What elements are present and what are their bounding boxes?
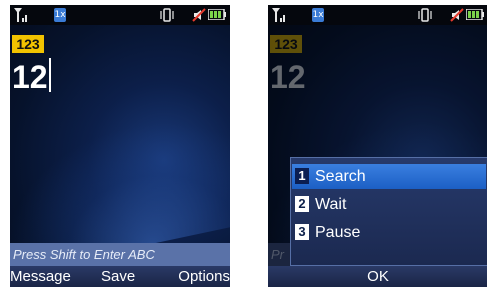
status-bar: 1x [268,5,487,25]
options-popup-menu: 1 Search 2 Wait 3 Pause [290,157,487,266]
menu-item-label: Pause [315,224,361,241]
softkey-message[interactable]: Message [10,268,71,285]
network-1x-icon: 1x [312,8,324,22]
battery-icon [208,9,226,20]
input-hint-bar: Press Shift to Enter ABC [10,243,230,266]
mute-icon [192,8,206,22]
softkey-bar: Message Save Options [10,266,230,287]
input-mode-badge: 123 [12,35,44,53]
menu-item-label: Wait [315,196,347,213]
network-1x-icon: 1x [54,8,66,22]
menu-number-badge: 1 [295,168,309,184]
mute-icon [450,8,464,22]
menu-item-wait[interactable]: 2 Wait [292,192,486,217]
menu-item-label: Search [315,168,366,185]
phone-screen-left: 1x 123 12 Press Shift to Enter ABC Messa… [10,5,230,287]
menu-item-search[interactable]: 1 Search [292,164,486,189]
signal-strength-icon [14,8,27,22]
softkey-bar: OK [268,266,487,287]
dialed-number: 12 [12,57,51,97]
vibrate-icon [160,8,174,22]
menu-number-badge: 2 [295,196,309,212]
softkey-save[interactable]: Save [101,268,135,285]
vibrate-icon [418,8,432,22]
dialed-number-text: 12 [12,59,48,95]
text-cursor [48,58,51,92]
softkey-options[interactable]: Options [178,268,230,285]
battery-icon [466,9,484,20]
status-bar: 1x [10,5,230,25]
phone-screen-right: 1x 123 12 Pr 1 Search 2 Wait 3 Pause OK [268,5,487,287]
menu-number-badge: 3 [295,224,309,240]
signal-strength-icon [272,8,285,22]
softkey-ok[interactable]: OK [268,268,487,285]
menu-item-pause[interactable]: 3 Pause [292,220,486,245]
